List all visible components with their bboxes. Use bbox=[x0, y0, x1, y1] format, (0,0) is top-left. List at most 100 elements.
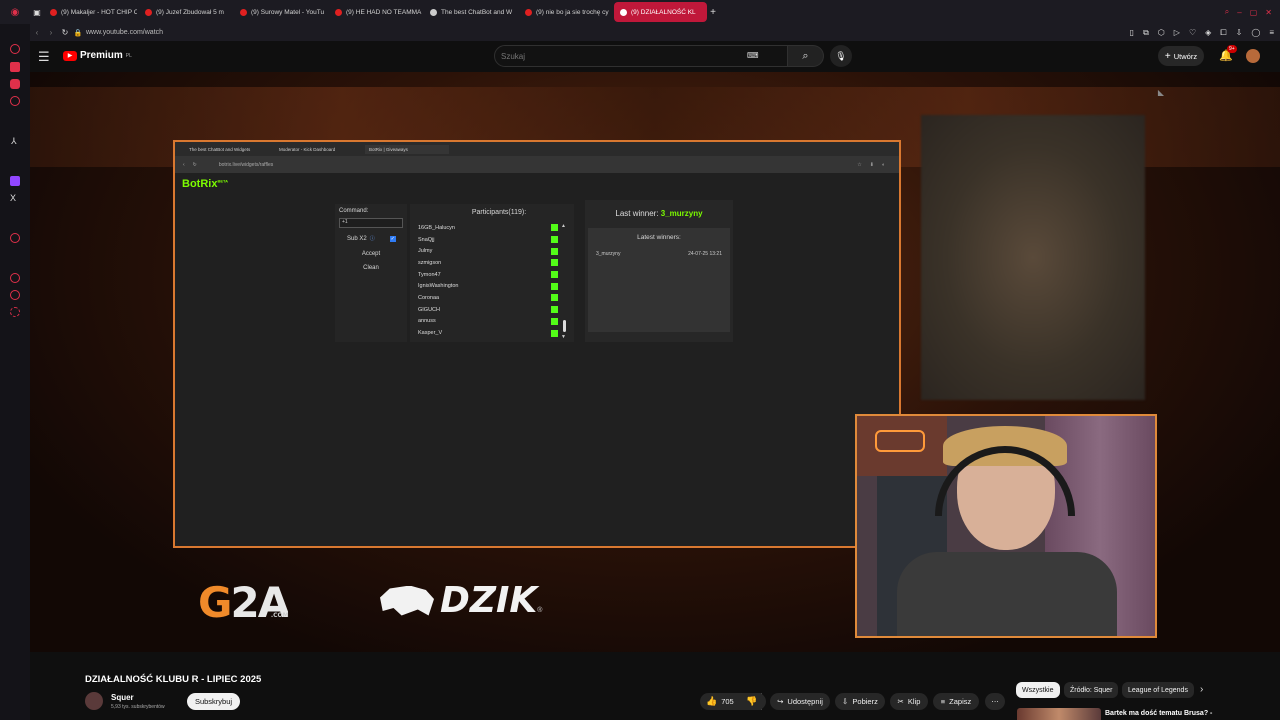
hamburger-menu-icon[interactable]: ☰ bbox=[38, 49, 50, 65]
search-button[interactable]: ⌕ bbox=[788, 45, 824, 67]
participant-row: Coronaa bbox=[418, 292, 558, 304]
participant-name: 16GB_Halucyn bbox=[418, 224, 455, 231]
address-bar: ‹ › ↻ 🔒 www.youtube.com/watch ▯ ⧉ ⬡ ▷ ♡ … bbox=[30, 24, 1280, 41]
clean-button[interactable]: Clean bbox=[335, 265, 407, 271]
streamer-shirt bbox=[897, 552, 1117, 636]
maximize-icon[interactable]: ▢ bbox=[1250, 7, 1258, 17]
subscribe-label: Subskrybuj bbox=[194, 697, 233, 706]
sidebar-ai-icon[interactable]: ⅄ bbox=[11, 136, 21, 146]
download-arrow-icon: ⇩ bbox=[842, 697, 849, 706]
subscribe-button[interactable]: Subskrybuj bbox=[187, 693, 240, 710]
browser-menu-icon[interactable]: ◉ bbox=[0, 7, 30, 18]
browser-tab[interactable]: The best ChatBot and W bbox=[424, 2, 517, 22]
inner-tab: BotRix | Giveaways bbox=[365, 144, 449, 154]
inner-ext-icon: ⬇ bbox=[869, 161, 874, 168]
chip[interactable]: Źródło: Squer bbox=[1064, 682, 1119, 698]
extensions-icon[interactable]: ⧠ bbox=[1220, 28, 1226, 38]
minimize-icon[interactable]: – bbox=[1237, 7, 1241, 17]
sub-x2-checkbox[interactable]: ✓ bbox=[389, 235, 396, 242]
heart-icon[interactable]: ♡ bbox=[1189, 28, 1196, 38]
like-count: 705 bbox=[721, 697, 734, 706]
sidebar-messenger-icon[interactable] bbox=[10, 44, 20, 54]
inner-tab-strip: The best ChatBot and Widgets Moderator - … bbox=[175, 142, 899, 156]
kick-icon bbox=[551, 294, 558, 302]
search-tabs-icon[interactable]: ⌕ bbox=[1225, 7, 1229, 17]
workspaces-icon[interactable]: ▣ bbox=[30, 8, 44, 17]
snapshot-icon[interactable]: ⧉ bbox=[1143, 28, 1149, 38]
kick-icon bbox=[551, 271, 558, 279]
avatar[interactable] bbox=[1246, 49, 1260, 63]
forward-icon[interactable]: › bbox=[44, 28, 58, 37]
search-input[interactable] bbox=[501, 46, 731, 67]
play-icon[interactable]: ▷ bbox=[1174, 28, 1180, 38]
browser-tab[interactable]: (9) nie bo ja sie trochę cy bbox=[519, 2, 612, 22]
keyboard-icon[interactable]: ⌨ bbox=[747, 51, 759, 60]
youtube-logo[interactable]: ▶ Premium PL bbox=[63, 50, 132, 61]
reload-icon[interactable]: ↻ bbox=[58, 28, 72, 37]
scroll-down-icon[interactable]: ▼ bbox=[561, 334, 566, 340]
download-icon[interactable]: ⇩ bbox=[1236, 28, 1243, 38]
participant-row: SnaQjj bbox=[418, 234, 558, 246]
clip-button[interactable]: ✂ Klip bbox=[890, 693, 928, 710]
participant-name: Coronaa bbox=[418, 294, 440, 301]
tab-favicon-icon bbox=[240, 8, 247, 16]
participant-name: szmigson bbox=[418, 259, 442, 266]
next-video-title[interactable]: Bartek ma dość tematu Brusa? - bbox=[1105, 710, 1212, 717]
browser-tab[interactable]: (9) DZIAŁALNOŚĆ KL bbox=[614, 2, 707, 22]
accept-button[interactable]: Accept bbox=[335, 251, 407, 257]
profile-icon[interactable]: ◯ bbox=[1251, 28, 1260, 38]
chips-next-icon[interactable]: › bbox=[1200, 684, 1203, 695]
chip[interactable]: League of Legends bbox=[1122, 682, 1194, 698]
share-button[interactable]: ↪ Udostępnij bbox=[770, 693, 830, 710]
browser-tab[interactable]: (9) HE HAD NO TEAMMA bbox=[329, 2, 422, 22]
sub-x2-label: Sub X2 bbox=[347, 235, 367, 242]
streamer-facecam bbox=[855, 414, 1157, 638]
save-button[interactable]: ≡ Zapisz bbox=[933, 693, 979, 710]
download-button[interactable]: ⇩ Pobierz bbox=[835, 693, 885, 710]
sidebar-extensions-icon[interactable] bbox=[10, 290, 20, 300]
browser-tab[interactable]: (9) Makaljer - HOT CHIP C bbox=[44, 2, 137, 22]
voice-search-icon[interactable]: 🎙 bbox=[830, 45, 852, 67]
next-video-thumbnail[interactable] bbox=[1017, 708, 1101, 720]
more-actions-button[interactable]: ⋯ bbox=[985, 693, 1005, 710]
easy-setup-icon[interactable]: ≡ bbox=[1269, 28, 1274, 38]
sidebar-twitch-icon[interactable] bbox=[10, 176, 20, 186]
scroll-up-icon[interactable]: ▲ bbox=[561, 223, 566, 229]
browser-tab[interactable]: (9) Juzef Zbudował 5 m bbox=[139, 2, 232, 22]
sidebar-history-icon[interactable] bbox=[10, 273, 20, 283]
sidebar-bag-icon[interactable] bbox=[10, 62, 20, 72]
install-icon[interactable]: ▯ bbox=[1130, 28, 1134, 38]
channel-avatar[interactable] bbox=[85, 692, 103, 710]
sidebar-chat-icon[interactable] bbox=[10, 79, 20, 89]
kick-icon bbox=[551, 247, 558, 255]
new-tab-icon[interactable]: + bbox=[707, 7, 719, 18]
command-input[interactable]: +1 bbox=[339, 218, 403, 228]
url-text[interactable]: www.youtube.com/watch bbox=[86, 29, 163, 36]
channel-name[interactable]: Squer bbox=[111, 693, 134, 702]
neon-sign bbox=[857, 416, 947, 476]
sidebar-x-icon[interactable]: X bbox=[10, 193, 20, 203]
wallet-icon[interactable]: ◈ bbox=[1205, 28, 1211, 38]
subscriber-count: 5,93 tys. subskrybentów bbox=[111, 704, 165, 710]
search-box[interactable]: ⌨ bbox=[494, 45, 788, 67]
tab-favicon-icon bbox=[335, 8, 342, 16]
back-icon[interactable]: ‹ bbox=[30, 28, 44, 37]
dislike-button[interactable]: 👎 bbox=[738, 693, 766, 710]
sidebar-player-icon[interactable] bbox=[10, 96, 20, 106]
participant-name: Julmy bbox=[418, 248, 433, 255]
tab-label: (9) HE HAD NO TEAMMA bbox=[346, 8, 422, 16]
close-window-icon[interactable]: ✕ bbox=[1265, 7, 1272, 17]
chip[interactable]: Wszystkie bbox=[1016, 682, 1060, 698]
vpn-icon[interactable]: ⬡ bbox=[1158, 28, 1165, 38]
command-label: Command: bbox=[339, 208, 369, 214]
browser-tab[interactable]: (9) Surowy Matel - YouTu bbox=[234, 2, 327, 22]
scroll-thumb[interactable] bbox=[563, 320, 566, 332]
sidebar-settings-icon[interactable] bbox=[10, 307, 20, 317]
create-button[interactable]: + Utwórz bbox=[1158, 46, 1204, 66]
tab-label: (9) Surowy Matel - YouTu bbox=[251, 8, 325, 16]
miniplayer-icon[interactable]: ◣ bbox=[1158, 88, 1164, 97]
g2a-com: .COM bbox=[270, 612, 289, 619]
sidebar-record-icon[interactable] bbox=[10, 233, 20, 243]
youtube-header: ☰ ▶ Premium PL ⌨ ⌕ 🎙 +Utwórz 🔔 9+ bbox=[30, 41, 1280, 72]
kick-icon bbox=[551, 329, 558, 337]
